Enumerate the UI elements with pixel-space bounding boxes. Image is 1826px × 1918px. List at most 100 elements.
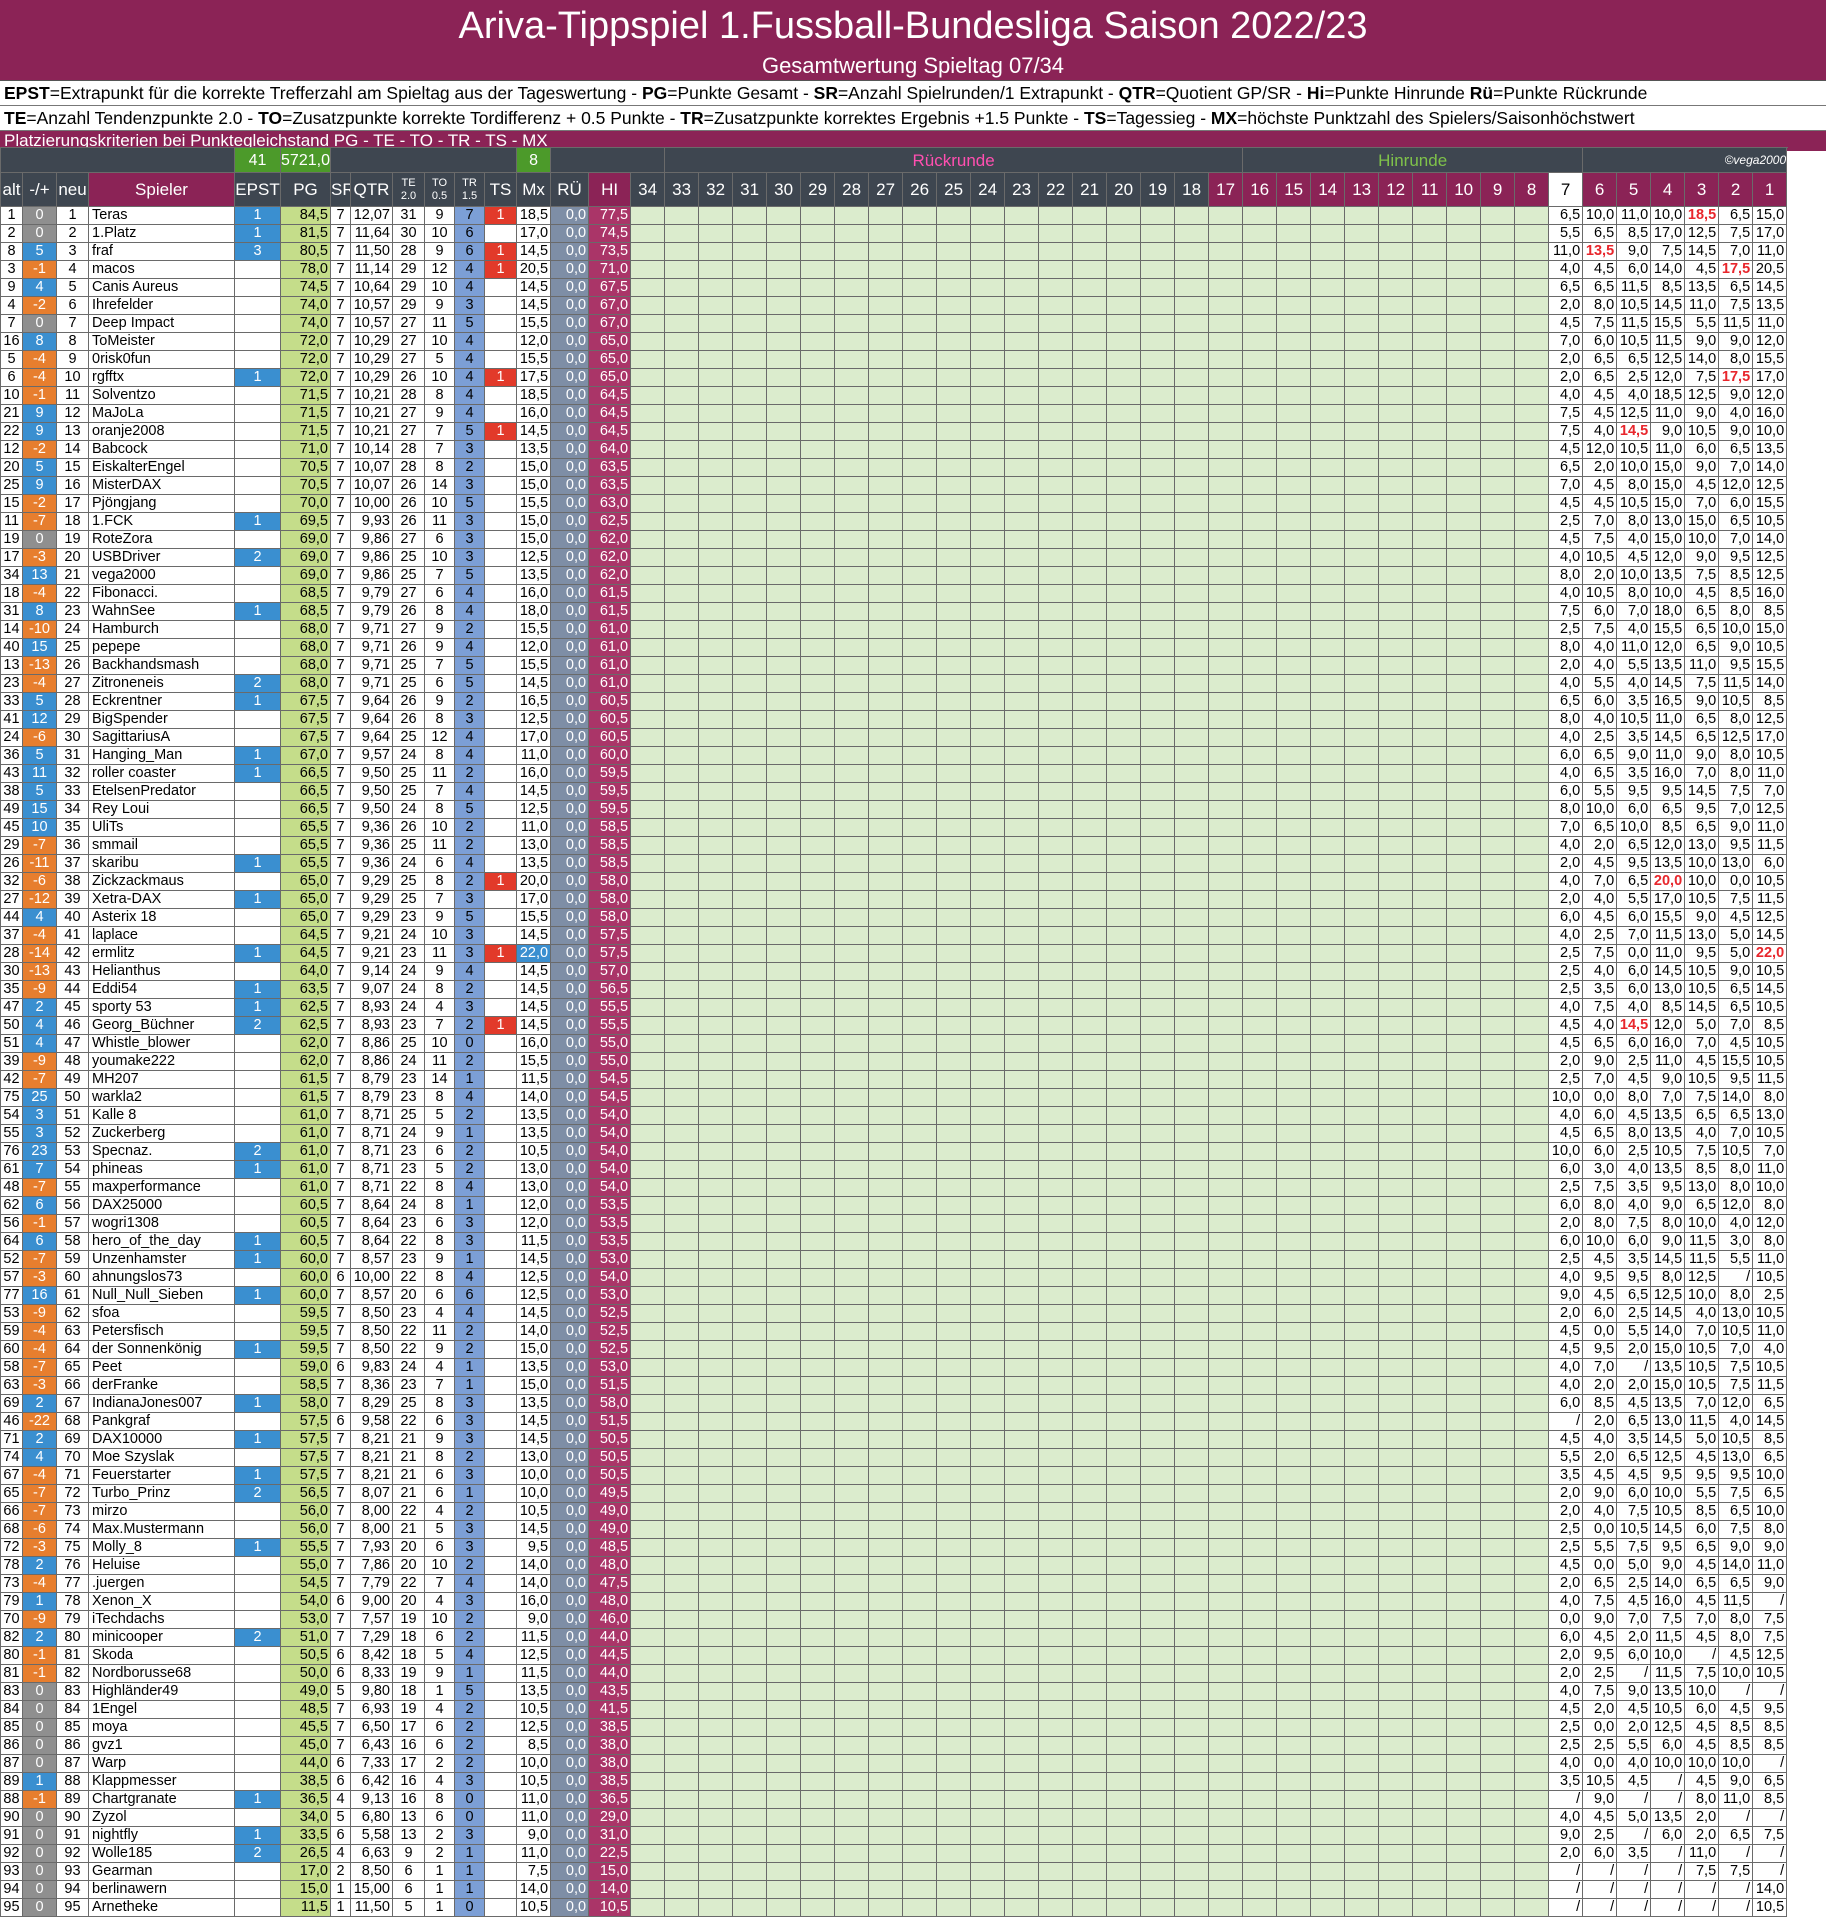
copyright: ©vega2000 (1582, 147, 1788, 173)
empty-round (1004, 1016, 1040, 1035)
empty-round (766, 1718, 802, 1737)
empty-round (868, 854, 904, 873)
round-score: 7,5 (1718, 1484, 1754, 1503)
player-name: Xetra-DAX (88, 890, 235, 909)
empty-round (1242, 1538, 1278, 1557)
empty-round (1514, 1412, 1550, 1431)
round-score: 18,5 (1684, 206, 1720, 225)
qtr-value: 10,21 (350, 404, 393, 423)
rank-change: -7 (22, 836, 57, 855)
to-value: 10 (424, 1610, 455, 1629)
empty-round (1242, 1520, 1278, 1539)
sr-value: 7 (330, 1610, 351, 1629)
ts-value (483, 1052, 518, 1071)
empty-round (868, 1304, 904, 1323)
empty-round (1378, 1304, 1414, 1323)
empty-round (1004, 602, 1040, 621)
hi-value: 64,5 (588, 404, 632, 423)
empty-round (1038, 1052, 1074, 1071)
empty-round (1514, 764, 1550, 783)
round-score: 9,5 (1718, 1466, 1754, 1485)
round-score: 12,5 (1684, 386, 1720, 405)
mx-value: 14,5 (516, 422, 552, 441)
sr-value: 7 (330, 890, 351, 909)
empty-round (1276, 728, 1312, 747)
empty-round (1514, 926, 1550, 945)
empty-round (1004, 1052, 1040, 1071)
mx-value: 14,5 (516, 674, 552, 693)
empty-round (1276, 764, 1312, 783)
empty-round (1412, 1160, 1448, 1179)
epst-value (234, 710, 281, 729)
empty-round (1140, 1430, 1176, 1449)
empty-round (766, 1358, 802, 1377)
empty-round (868, 584, 904, 603)
round-score: 14,5 (1650, 962, 1686, 981)
empty-round (664, 998, 700, 1017)
empty-round (630, 368, 666, 387)
empty-round (1412, 1034, 1448, 1053)
empty-round (1378, 1286, 1414, 1305)
empty-round (1276, 1862, 1312, 1881)
empty-round (1378, 728, 1414, 747)
empty-round (698, 620, 734, 639)
empty-round (664, 926, 700, 945)
alt-rank: 75 (0, 1088, 23, 1107)
empty-round (698, 314, 734, 333)
player-name: Klappmesser (88, 1772, 235, 1791)
sr-value: 7 (330, 1628, 351, 1647)
round-score: 3,5 (1616, 692, 1652, 711)
empty-round (834, 1682, 870, 1701)
table-row: 39 -9 48 youmake222 62,0 7 8,86 24 11 2 15,5 0,0 55,… (0, 1052, 1788, 1071)
tr-value: 2 (454, 1448, 485, 1467)
empty-round (1038, 1610, 1074, 1629)
empty-round (630, 1070, 666, 1089)
round-score: 9,5 (1582, 1268, 1618, 1287)
empty-round (1208, 1106, 1244, 1125)
round-score: 4,0 (1718, 404, 1754, 423)
round-score: 7,5 (1684, 566, 1720, 585)
empty-round (1412, 206, 1448, 225)
pg-value: 70,0 (280, 494, 331, 513)
round-score: 10,0 (1752, 1466, 1788, 1485)
empty-round (766, 548, 802, 567)
page-title: Ariva-Tippspiel 1.Fussball-Bundesliga Sa… (458, 5, 1368, 47)
empty-round (698, 1178, 734, 1197)
empty-round (766, 1736, 802, 1755)
empty-round (1072, 1682, 1108, 1701)
table-row: 59 -4 63 Petersfisch 59,5 7 8,50 22 11 2 14,0 0,0 52… (0, 1322, 1788, 1341)
empty-round (1174, 1088, 1210, 1107)
empty-round (970, 1736, 1006, 1755)
empty-round (698, 944, 734, 963)
round-score: 4,5 (1616, 1700, 1652, 1719)
round-score: 13,5 (1650, 1106, 1686, 1125)
empty-round (868, 1628, 904, 1647)
ts-value (483, 1250, 518, 1269)
empty-round (630, 1232, 666, 1251)
round-score: 4,5 (1616, 1106, 1652, 1125)
new-rank: 66 (56, 1376, 89, 1395)
empty-round (902, 872, 938, 891)
qtr-value: 10,21 (350, 422, 393, 441)
round-score: / (1752, 1844, 1788, 1863)
empty-round (902, 1556, 938, 1575)
empty-round (1106, 1736, 1142, 1755)
empty-round (1480, 1070, 1516, 1089)
pg-value: 48,5 (280, 1700, 331, 1719)
empty-round (1514, 422, 1550, 441)
round-score: 15,5 (1650, 908, 1686, 927)
alt-rank: 48 (0, 1178, 23, 1197)
empty-round (1106, 260, 1142, 279)
epst-value: 1 (234, 1286, 281, 1305)
round-score: 4,0 (1616, 674, 1652, 693)
round-score: 6,5 (1684, 728, 1720, 747)
empty-round (1276, 674, 1312, 693)
ts-value (483, 854, 518, 873)
empty-round (1480, 206, 1516, 225)
empty-round (1174, 1052, 1210, 1071)
te-value: 16 (392, 1790, 425, 1809)
ts-value (483, 1106, 518, 1125)
ts-value (483, 584, 518, 603)
empty-round (1310, 278, 1346, 297)
pg-value: 49,0 (280, 1682, 331, 1701)
